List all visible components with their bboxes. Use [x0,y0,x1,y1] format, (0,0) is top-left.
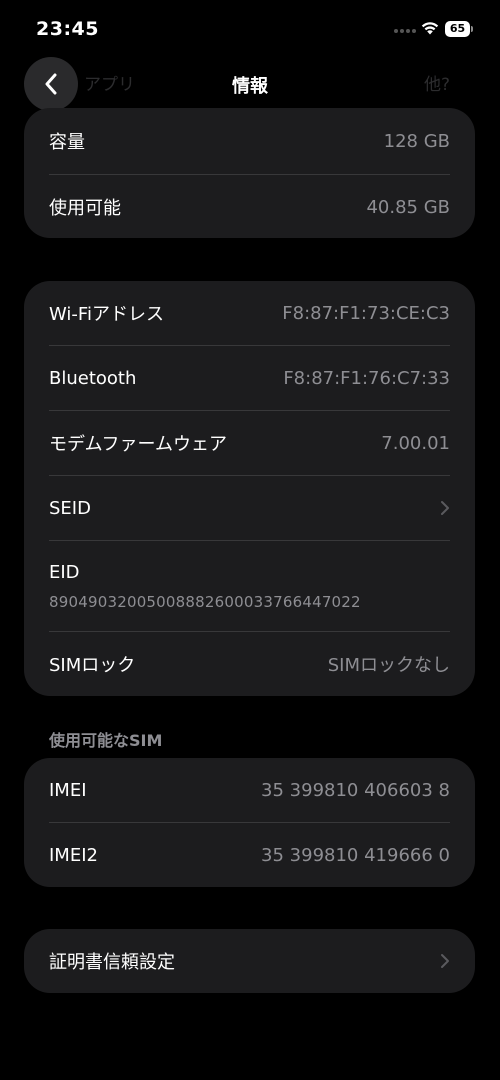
imei-label: IMEI [49,779,87,801]
certificate-trust-settings-label: 証明書信頼設定 [49,952,175,973]
available-value: 40.85 GB [366,196,450,218]
capacity-value: 128 GB [383,130,450,152]
available-label: 使用可能 [49,198,121,219]
wifi-address-row: Wi-Fiアドレス F8:87:F1:73:CE:C3 [49,281,450,346]
modem-firmware-value: 7.00.01 [381,432,450,454]
seid-row[interactable]: SEID [49,476,450,541]
eid-label: EID [49,561,80,583]
sim-lock-label: SIMロック [49,655,136,676]
screen: 23:45 65 アプリ 他? 情報 容量 128 GB 使用可能 40.85 … [0,0,500,1080]
sim-lock-row: SIMロック SIMロックなし [49,632,450,696]
page-title: 情報 [232,76,268,97]
seid-label: SEID [49,497,91,519]
bluetooth-row: Bluetooth F8:87:F1:76:C7:33 [49,346,450,411]
modem-firmware-label: モデムファームウェア [49,434,228,455]
chevron-right-icon [441,501,449,515]
capacity-row: 容量 128 GB [49,108,450,175]
cellular-signal-icon [394,29,416,33]
eid-value: 89049032005008882600033766447022 [49,592,361,611]
status-time: 23:45 [36,18,99,40]
chevron-right-icon [441,954,449,968]
available-row: 使用可能 40.85 GB [49,175,450,238]
sim-group: IMEI 35 399810 406603 8 IMEI2 35 399810 … [24,758,475,887]
imei2-value: 35 399810 419666 0 [261,844,450,866]
wifi-address-label: Wi-Fiアドレス [49,304,164,325]
wifi-address-value: F8:87:F1:73:CE:C3 [282,302,450,324]
eid-row: EID 89049032005008882600033766447022 [49,541,450,632]
imei-row: IMEI 35 399810 406603 8 [49,758,450,823]
capacity-label: 容量 [49,132,85,153]
modem-firmware-row: モデムファームウェア 7.00.01 [49,411,450,476]
available-sim-header: 使用可能なSIM [49,731,163,750]
status-bar: 23:45 65 [0,0,500,60]
storage-group: 容量 128 GB 使用可能 40.85 GB [24,108,475,238]
certificate-group: 証明書信頼設定 [24,929,475,993]
wifi-icon [421,22,439,35]
imei-value: 35 399810 406603 8 [261,779,450,801]
certificate-trust-settings-row[interactable]: 証明書信頼設定 [49,929,450,993]
battery-icon: 65 [445,21,475,37]
battery-level: 65 [445,21,470,37]
network-group: Wi-Fiアドレス F8:87:F1:73:CE:C3 Bluetooth F8… [24,281,475,696]
sim-lock-value: SIMロックなし [327,655,450,676]
imei2-row: IMEI2 35 399810 419666 0 [49,823,450,887]
bluetooth-value: F8:87:F1:76:C7:33 [283,367,450,389]
bluetooth-label: Bluetooth [49,367,137,389]
imei2-label: IMEI2 [49,844,98,866]
